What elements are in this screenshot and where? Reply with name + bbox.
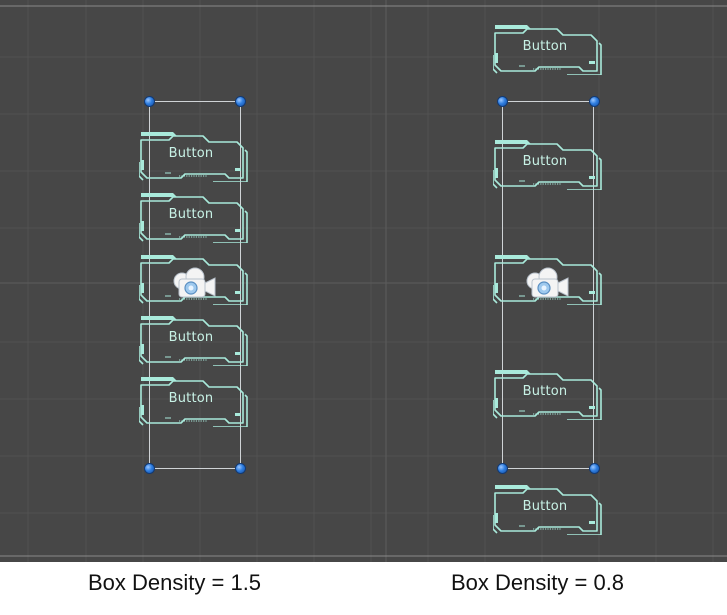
scene-view[interactable]: Button Button Button Button Button Butto…	[0, 0, 727, 562]
button-label: Button	[168, 330, 214, 345]
camera-gizmo-icon[interactable]	[524, 265, 570, 305]
resize-handle-top-right[interactable]	[589, 96, 600, 107]
scene-button[interactable]: Button	[493, 140, 603, 190]
button-label: Button	[168, 207, 214, 222]
caption-left: Box Density = 1.5	[88, 570, 262, 595]
resize-handle-top-right[interactable]	[235, 96, 246, 107]
resize-handle-bottom-left[interactable]	[144, 463, 155, 474]
scene-button[interactable]: Button	[493, 370, 603, 420]
scene-grid	[0, 0, 727, 562]
caption-right: Box Density = 0.8	[451, 570, 625, 595]
scene-button[interactable]: Button	[493, 25, 603, 75]
scene-button[interactable]: Button	[139, 316, 249, 366]
resize-handle-top-left[interactable]	[497, 96, 508, 107]
button-label: Button	[168, 391, 214, 406]
button-label: Button	[522, 39, 568, 54]
resize-handle-bottom-right[interactable]	[235, 463, 246, 474]
resize-handle-top-left[interactable]	[144, 96, 155, 107]
scene-button[interactable]: Button	[139, 377, 249, 427]
scene-button[interactable]: Button	[493, 485, 603, 535]
resize-handle-bottom-left[interactable]	[497, 463, 508, 474]
scene-button[interactable]: Button	[139, 132, 249, 182]
button-label: Button	[168, 146, 214, 161]
scene-button[interactable]: Button	[139, 193, 249, 243]
button-label: Button	[522, 499, 568, 514]
camera-gizmo-icon[interactable]	[171, 265, 217, 305]
button-label: Button	[522, 154, 568, 169]
resize-handle-bottom-right[interactable]	[589, 463, 600, 474]
button-label: Button	[522, 384, 568, 399]
